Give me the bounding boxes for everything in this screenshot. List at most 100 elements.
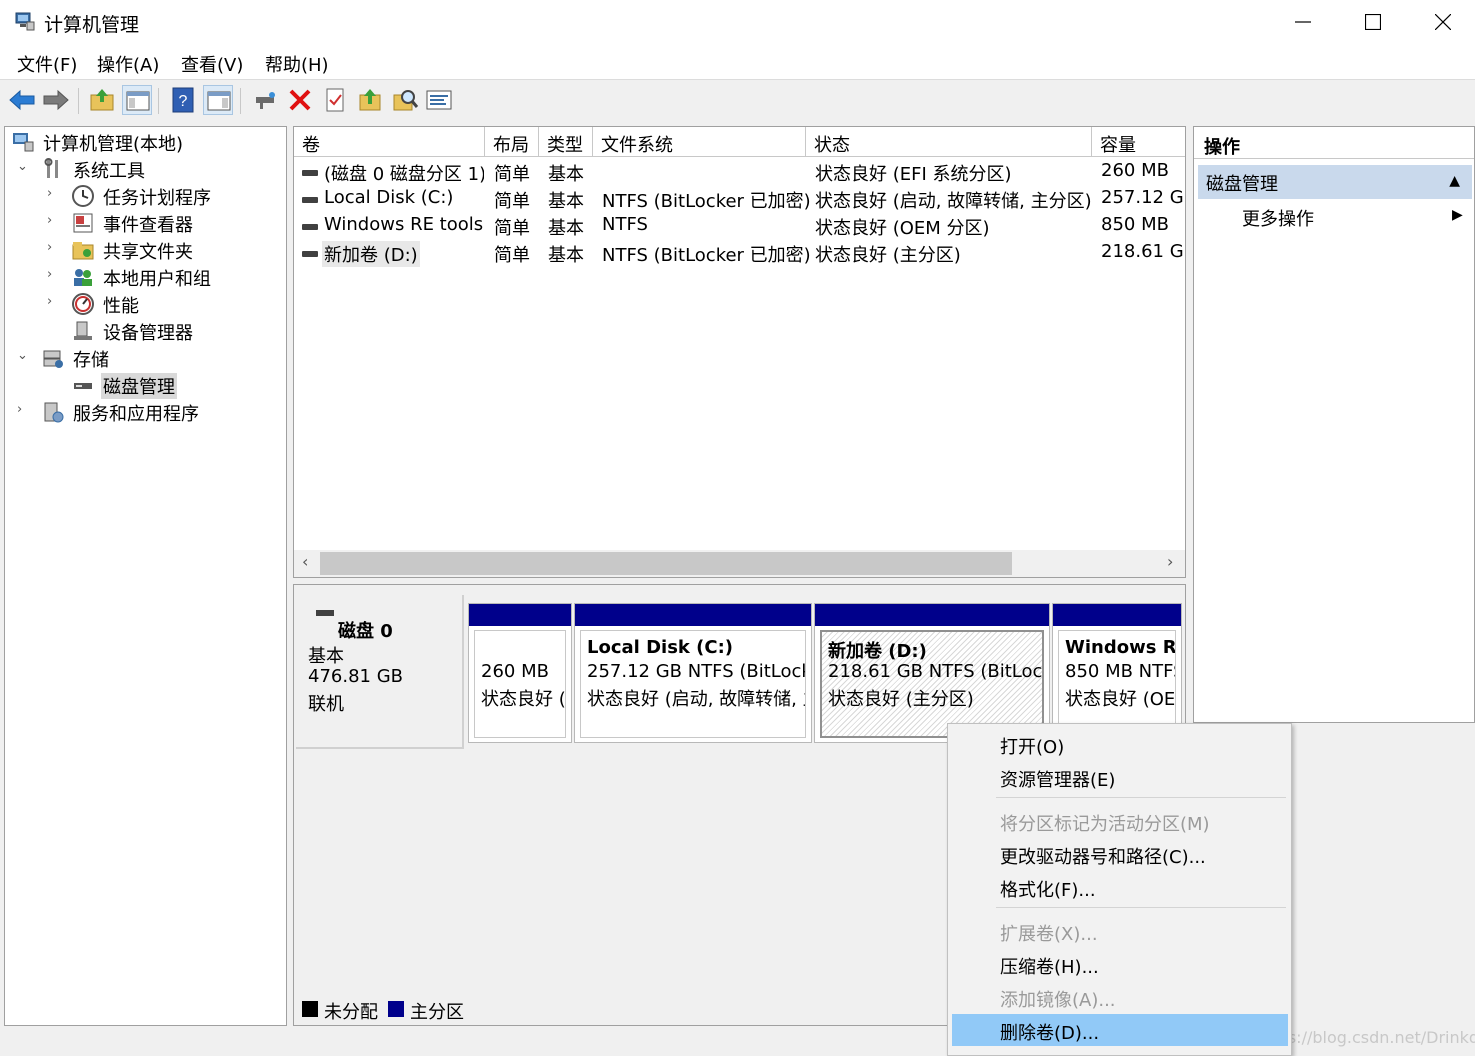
legend-label-primary: 主分区 bbox=[410, 1002, 464, 1023]
back-button[interactable] bbox=[7, 85, 37, 115]
partition-efi[interactable]: 260 MB 状态良好 ( bbox=[468, 603, 572, 743]
menu-view[interactable]: 查看(V) bbox=[181, 51, 243, 77]
connect-icon bbox=[256, 92, 275, 109]
export-button[interactable] bbox=[355, 85, 385, 115]
collapse-up-icon[interactable]: ▲ bbox=[1449, 173, 1460, 189]
primary-partition-band bbox=[1053, 604, 1181, 626]
column-header-filesystem[interactable]: 文件系统 bbox=[593, 127, 806, 157]
tree-item-device-manager[interactable]: 设备管理器 bbox=[9, 318, 279, 345]
table-row[interactable]: (磁盘 0 磁盘分区 1) 简单 基本 状态良好 (EFI 系统分区) 260 … bbox=[294, 158, 1185, 185]
table-row[interactable]: 新加卷 (D:) 简单 基本 NTFS (BitLocker 已加密) 状态良好… bbox=[294, 239, 1185, 267]
volume-icon bbox=[302, 251, 318, 257]
partition-body: Local Disk (C:) 257.12 GB NTFS (BitLocke… bbox=[580, 630, 806, 738]
minimize-icon bbox=[1295, 21, 1311, 23]
export-icon bbox=[359, 89, 381, 111]
tree-item-disk-management[interactable]: 磁盘管理 bbox=[9, 372, 279, 399]
partition-status: 状态良好 (主分区) bbox=[828, 689, 974, 710]
scrollbar-thumb[interactable] bbox=[320, 552, 1012, 575]
menu-item-explorer[interactable]: 资源管理器(E) bbox=[952, 761, 1288, 793]
menu-item-extend-volume[interactable]: 扩展卷(X)... bbox=[952, 915, 1288, 947]
menu-file[interactable]: 文件(F) bbox=[17, 51, 77, 77]
chevron-right-icon[interactable]: › bbox=[47, 186, 61, 201]
menu-item-format[interactable]: 格式化(F)... bbox=[952, 871, 1288, 903]
disk-management-icon bbox=[74, 383, 92, 389]
partition-c[interactable]: Local Disk (C:) 257.12 GB NTFS (BitLocke… bbox=[574, 603, 812, 743]
tree-item-event-viewer[interactable]: › 事件查看器 bbox=[9, 210, 279, 237]
menu-item-delete-volume[interactable]: 删除卷(D)... bbox=[952, 1014, 1288, 1046]
tree-item-shared-folders[interactable]: › 共享文件夹 bbox=[9, 237, 279, 264]
menu-item-change-drive-letter[interactable]: 更改驱动器号和路径(C)... bbox=[952, 838, 1288, 870]
toolbar-separator bbox=[240, 88, 241, 114]
tree-item-system-tools[interactable]: ⌄ 系统工具 bbox=[9, 156, 279, 183]
table-row[interactable]: Windows RE tools 简单 基本 NTFS 状态良好 (OEM 分区… bbox=[294, 212, 1185, 239]
chevron-right-icon[interactable]: › bbox=[47, 213, 61, 228]
volume-status: 状态良好 (启动, 故障转储, 主分区) bbox=[815, 191, 1092, 212]
volume-icon bbox=[302, 197, 318, 203]
help-button[interactable]: ? bbox=[168, 85, 198, 115]
menu-item-shrink-volume[interactable]: 压缩卷(H)... bbox=[952, 948, 1288, 980]
close-button[interactable] bbox=[1408, 0, 1475, 44]
tree-item-local-users[interactable]: › 本地用户和组 bbox=[9, 264, 279, 291]
tree-item-root[interactable]: 计算机管理(本地) bbox=[9, 129, 279, 156]
connect-button[interactable] bbox=[250, 85, 280, 115]
chevron-down-icon[interactable]: ⌄ bbox=[17, 159, 31, 174]
volume-capacity: 260 MB bbox=[1101, 160, 1169, 181]
volume-name: 新加卷 (D:) bbox=[322, 241, 420, 267]
volume-type: 基本 bbox=[548, 218, 584, 239]
scroll-right-icon[interactable]: › bbox=[1167, 552, 1173, 571]
disk-state: 联机 bbox=[308, 694, 344, 715]
tree-item-storage[interactable]: ⌄ 存储 bbox=[9, 345, 279, 372]
menu-action[interactable]: 操作(A) bbox=[97, 51, 159, 77]
up-level-button[interactable] bbox=[87, 85, 117, 115]
tree-label: 性能 bbox=[103, 296, 139, 317]
partition-windows-re[interactable]: Windows RE 850 MB NTFS 状态良好 (OE bbox=[1052, 603, 1182, 743]
search-button[interactable] bbox=[390, 85, 420, 115]
chevron-right-icon[interactable]: › bbox=[47, 267, 61, 282]
chevron-right-icon[interactable]: › bbox=[47, 294, 61, 309]
more-actions[interactable]: 更多操作 bbox=[1242, 205, 1314, 231]
menu-item-mark-active[interactable]: 将分区标记为活动分区(M) bbox=[952, 805, 1288, 837]
actions-section-label: 磁盘管理 bbox=[1206, 174, 1278, 195]
action-pane-button[interactable] bbox=[203, 85, 233, 115]
tree-item-task-scheduler[interactable]: › 任务计划程序 bbox=[9, 183, 279, 210]
column-header-volume[interactable]: 卷 bbox=[294, 127, 485, 157]
volume-status: 状态良好 (主分区) bbox=[815, 245, 961, 266]
column-header-capacity[interactable]: 容量 bbox=[1092, 127, 1185, 157]
tree-item-performance[interactable]: › 性能 bbox=[9, 291, 279, 318]
disk-icon bbox=[316, 610, 334, 616]
menu-item-add-mirror[interactable]: 添加镜像(A)... bbox=[952, 981, 1288, 1013]
chevron-right-icon[interactable]: › bbox=[47, 240, 61, 255]
title-bar: 计算机管理 bbox=[0, 0, 1475, 44]
column-header-type[interactable]: 类型 bbox=[539, 127, 593, 157]
tree-label: 设备管理器 bbox=[103, 323, 193, 344]
volume-icon bbox=[302, 224, 318, 230]
delete-button[interactable] bbox=[285, 85, 315, 115]
column-header-status[interactable]: 状态 bbox=[806, 127, 1092, 157]
view-button[interactable] bbox=[424, 85, 454, 115]
chevron-right-icon[interactable]: › bbox=[17, 402, 31, 417]
actions-section-disk-management[interactable]: 磁盘管理 ▲ bbox=[1198, 165, 1472, 199]
console-tree: 计算机管理(本地) ⌄ 系统工具 › 任务计划程序 › 事件查看器 › 共享文件… bbox=[4, 126, 287, 1026]
properties-button[interactable] bbox=[320, 85, 350, 115]
volume-type: 基本 bbox=[548, 164, 584, 185]
minimize-button[interactable] bbox=[1268, 0, 1338, 44]
scroll-left-icon[interactable]: ‹ bbox=[302, 552, 308, 571]
volume-layout: 简单 bbox=[494, 164, 530, 185]
partition-size: 260 MB bbox=[481, 661, 549, 682]
column-header-layout[interactable]: 布局 bbox=[485, 127, 539, 157]
maximize-button[interactable] bbox=[1338, 0, 1408, 44]
tree-item-services-apps[interactable]: › 服务和应用程序 bbox=[9, 399, 279, 426]
volume-type: 基本 bbox=[548, 245, 584, 266]
horizontal-scrollbar[interactable]: ‹ › bbox=[294, 550, 1185, 577]
menu-help[interactable]: 帮助(H) bbox=[265, 51, 329, 77]
volume-name: Windows RE tools bbox=[324, 214, 484, 235]
forward-button[interactable] bbox=[41, 85, 71, 115]
chevron-down-icon[interactable]: ⌄ bbox=[17, 348, 31, 363]
disk-info[interactable]: 磁盘 0 基本 476.81 GB 联机 bbox=[296, 595, 464, 749]
show-hide-tree-button[interactable] bbox=[122, 85, 152, 115]
menu-item-open[interactable]: 打开(O) bbox=[952, 728, 1288, 760]
partition-d[interactable]: 新加卷 (D:) 218.61 GB NTFS (BitLocke 状态良好 (… bbox=[814, 603, 1050, 743]
table-row[interactable]: Local Disk (C:) 简单 基本 NTFS (BitLocker 已加… bbox=[294, 185, 1185, 212]
clock-icon bbox=[72, 185, 94, 207]
users-icon bbox=[74, 269, 92, 286]
